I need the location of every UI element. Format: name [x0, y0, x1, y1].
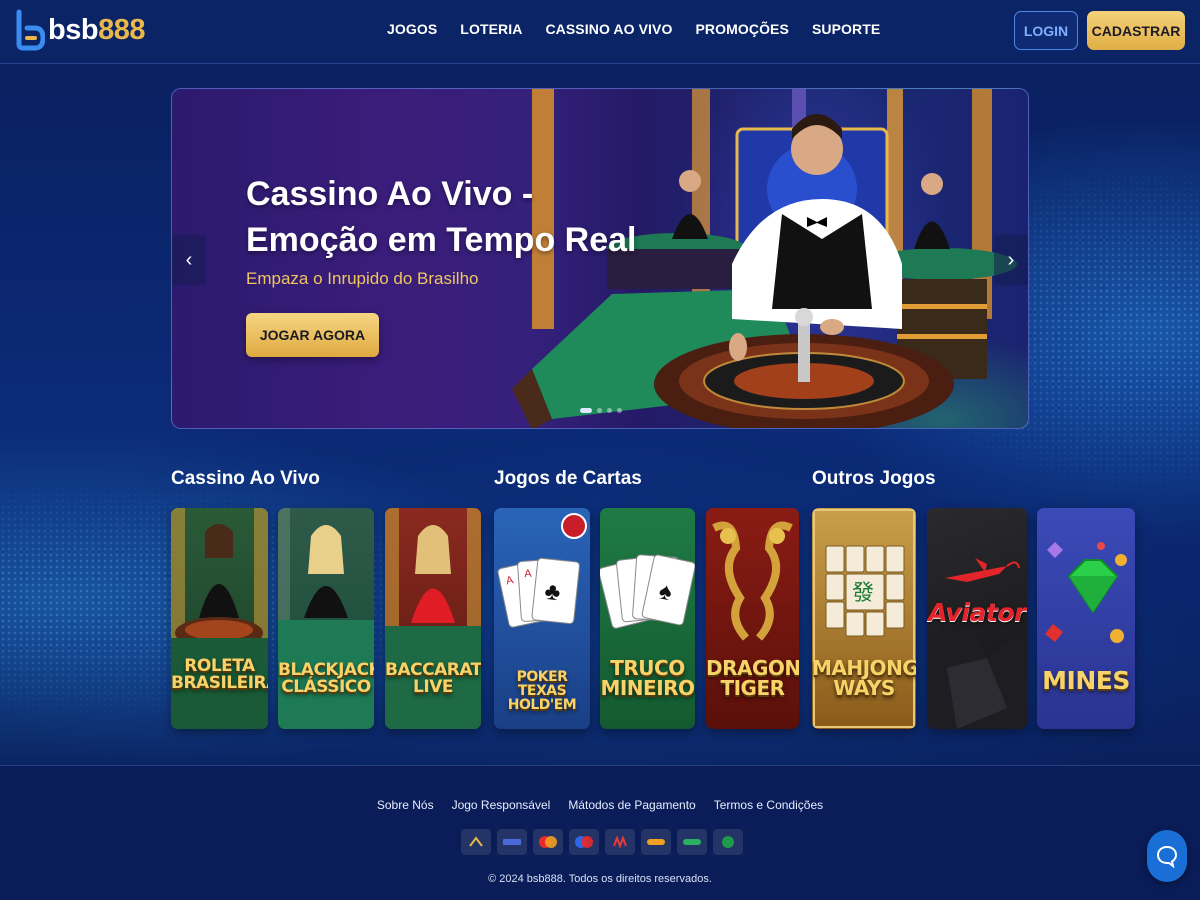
logo[interactable]: bsb888: [15, 8, 145, 52]
game-card-aviator[interactable]: Aviator: [927, 508, 1027, 729]
main-nav: JOGOS LOTERIA CASSINO AO VIVO PROMOÇÕES …: [387, 21, 903, 37]
section-title-jogos-de-cartas: Jogos de Cartas: [494, 468, 642, 489]
carousel-dot[interactable]: [607, 408, 612, 413]
footer-link-sobre-nos[interactable]: Sobre Nós: [377, 798, 434, 812]
boleto-icon: [605, 829, 635, 855]
section-title-cassino-ao-vivo: Cassino Ao Vivo: [171, 468, 320, 489]
footer-links: Sobre Nós Jogo Responsável Mátodos de Pa…: [0, 798, 1200, 812]
game-label: MINES: [1042, 666, 1130, 695]
game-label: POKER TEXAS HOLD'EM: [507, 669, 577, 713]
game-art-mines: [1045, 542, 1127, 643]
login-button[interactable]: LOGIN: [1014, 11, 1078, 50]
section-title-outros-jogos: Outros Jogos: [812, 468, 936, 489]
nav-promocoes[interactable]: PROMOÇÕES: [695, 21, 788, 37]
game-card-poker-texas-holdem[interactable]: A A ♣ POKER TEXAS HOLD'EM: [494, 508, 590, 729]
hero-title: Cassino Ao Vivo - Emoção em Tempo Real: [246, 175, 637, 259]
chat-support-button[interactable]: [1147, 830, 1187, 882]
wallet-icon: [677, 829, 707, 855]
carousel-dot[interactable]: [597, 408, 602, 413]
footer-link-termos[interactable]: Termos e Condições: [714, 798, 823, 812]
logo-text-primary: bsb: [48, 13, 99, 46]
game-card-mines[interactable]: MINES: [1037, 508, 1135, 729]
game-card-mahjong-ways[interactable]: 發 MAHJONG WAYS: [812, 508, 916, 729]
logo-text-accent: 888: [98, 13, 145, 46]
carousel-prev-button[interactable]: ‹: [172, 235, 206, 285]
svg-text:發: 發: [852, 580, 874, 605]
game-label: MAHJONG WAYS: [812, 656, 916, 700]
maestro-icon: [569, 829, 599, 855]
chevron-right-icon: ›: [1007, 248, 1015, 271]
footer-link-jogo-responsavel[interactable]: Jogo Responsável: [452, 798, 551, 812]
chat-bubble-icon: [1156, 845, 1178, 868]
pix-icon: [461, 829, 491, 855]
payment-methods: [461, 829, 743, 855]
logo-text: bsb888: [48, 14, 145, 47]
carousel-indicators: [580, 408, 622, 413]
game-label: TRUCO MINEIRO: [600, 656, 695, 700]
carousel-next-button[interactable]: ›: [994, 235, 1028, 285]
site-footer: Sobre Nós Jogo Responsável Mátodos de Pa…: [0, 765, 1200, 900]
site-header: bsb888 JOGOS LOTERIA CASSINO AO VIVO PRO…: [0, 0, 1200, 64]
game-label: BLACKJACK CLÁSSICO: [278, 660, 374, 697]
register-button[interactable]: CADASTRAR: [1087, 11, 1185, 50]
visa-icon: [497, 829, 527, 855]
hero-subtitle: Empaza o Inrupido do Brasilho: [246, 269, 479, 288]
game-card-dragon-tiger[interactable]: DRAGON TIGER: [706, 508, 799, 729]
nav-loteria[interactable]: LOTERIA: [460, 21, 522, 37]
mastercard-icon: [533, 829, 563, 855]
sk-icon: [713, 829, 743, 855]
footer-link-metodos-pagamento[interactable]: Mátodos de Pagamento: [568, 798, 695, 812]
game-label: Aviator: [928, 598, 1026, 627]
game-card-roleta-brasileira[interactable]: ROLETABRASILEIRA: [171, 508, 268, 729]
game-art-roleta: [171, 508, 268, 729]
pay-icon: [641, 829, 671, 855]
svg-text:♣: ♣: [543, 578, 562, 607]
logo-icon: [15, 8, 46, 52]
play-now-button[interactable]: JOGAR AGORA: [246, 313, 379, 357]
game-label: ROLETABRASILEIRA: [171, 656, 268, 693]
carousel-dot[interactable]: [617, 408, 622, 413]
carousel-dot[interactable]: [580, 408, 592, 413]
nav-jogos[interactable]: JOGOS: [387, 21, 437, 37]
game-label: BACCARAT LIVE: [385, 660, 481, 697]
copyright: © 2024 bsb888. Todos os direitos reserva…: [488, 873, 712, 885]
hero-banner: Cassino Ao Vivo - Emoção em Tempo Real E…: [171, 88, 1029, 429]
game-card-truco-mineiro[interactable]: ♠ TRUCO MINEIRO: [600, 508, 695, 729]
chevron-left-icon: ‹: [185, 248, 193, 271]
game-card-baccarat-live[interactable]: BACCARAT LIVE: [385, 508, 481, 729]
nav-suporte[interactable]: SUPORTE: [812, 21, 880, 37]
game-card-blackjack-classico[interactable]: BLACKJACK CLÁSSICO: [278, 508, 374, 729]
nav-cassino-ao-vivo[interactable]: CASSINO AO VIVO: [545, 21, 672, 37]
game-label: DRAGON TIGER: [706, 656, 799, 700]
